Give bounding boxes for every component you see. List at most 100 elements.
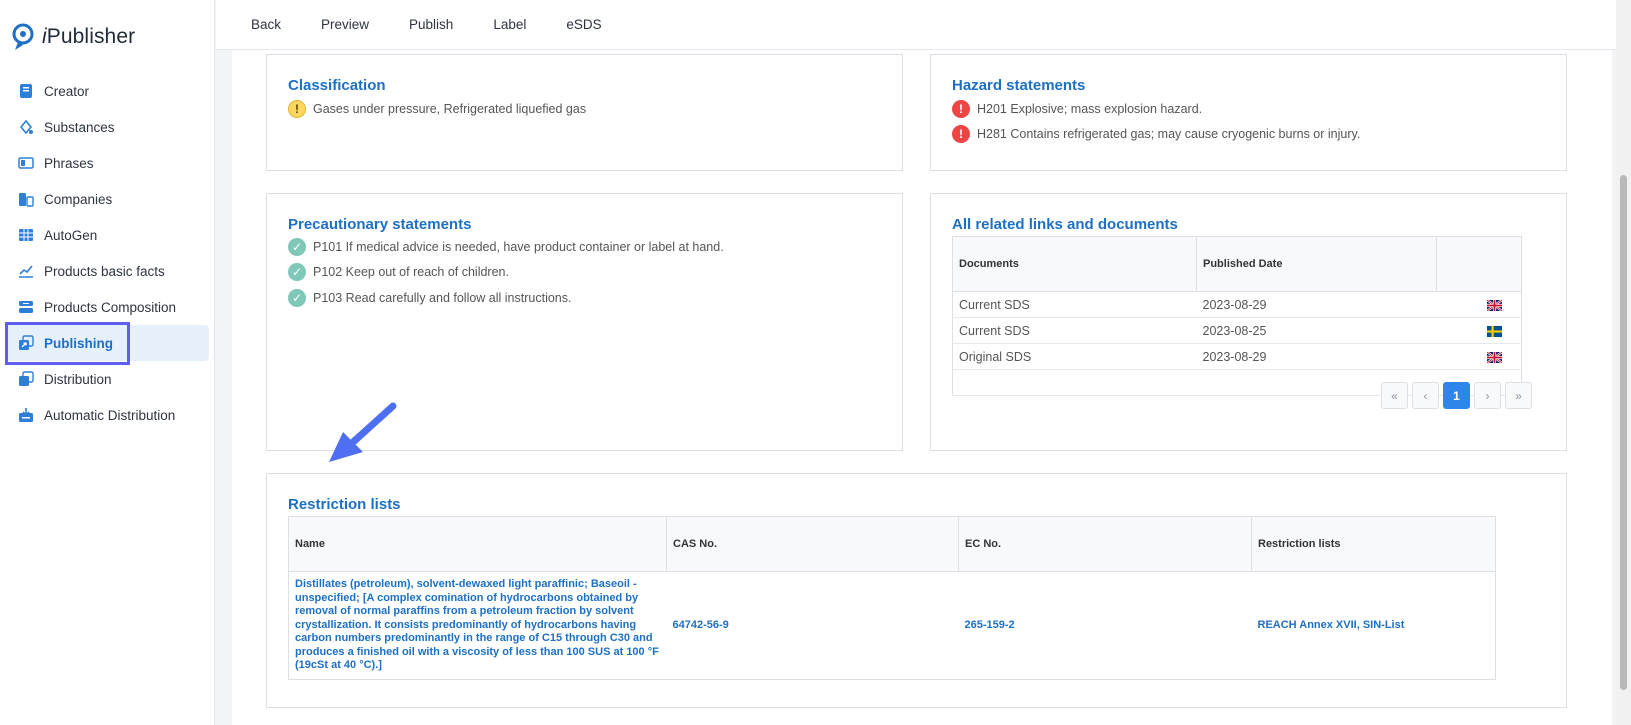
restriction-list-names[interactable]: REACH Annex XVII, SIN-List [1252,572,1496,680]
restriction-lists-title: Restriction lists [288,496,401,513]
pagination: « ‹ 1 › » [952,369,1532,409]
tab-esds[interactable]: eSDS [566,17,601,32]
hazard-statement-item: ! H281 Contains refrigerated gas; may ca… [952,125,1360,143]
main-content: Classification ! Gases under pressure, R… [232,50,1612,725]
tab-preview[interactable]: Preview [321,17,369,32]
sidebar-item-products-composition[interactable]: Products Composition [0,289,215,325]
precautionary-statements-title: Precautionary statements [288,216,472,233]
chart-icon [18,263,34,279]
sidebar-item-distribution[interactable]: Distribution [0,361,215,397]
flask-icon [18,119,34,135]
table-row[interactable]: Current SDS 2023-08-25 [952,317,1522,344]
related-links-card: All related links and documents Document… [930,193,1567,451]
sidebar-item-substances[interactable]: Substances [0,109,215,145]
hazard-statements-card: Hazard statements ! H201 Explosive; mass… [930,54,1567,171]
sidebar-item-label: Phrases [44,155,94,171]
check-icon: ✓ [288,289,306,307]
sidebar-item-creator[interactable]: Creator [0,73,215,109]
exclamation-icon: ! [288,100,306,118]
document-name[interactable]: Current SDS [952,291,1197,318]
document-date: 2023-08-29 [1196,343,1437,370]
hazard-statements-title: Hazard statements [952,77,1086,94]
precautionary-statement-text: P101 If medical advice is needed, have p… [313,240,724,254]
table-row[interactable]: Distillates (petroleum), solvent-dewaxed… [289,572,1496,680]
prev-page-button[interactable]: ‹ [1412,382,1439,409]
sidebar-item-companies[interactable]: Companies [0,181,215,217]
sidebar-item-label: Distribution [44,371,112,387]
logo-text: iPublisher [42,25,136,48]
sidebar-item-label: Automatic Distribution [44,407,176,423]
document-name[interactable]: Current SDS [952,317,1197,344]
stack-icon [18,371,34,387]
vertical-scrollbar[interactable] [1616,0,1631,725]
sidebar-item-products-basic-facts[interactable]: Products basic facts [0,253,215,289]
sidebar-item-label: Creator [44,83,90,99]
grid-icon [18,227,34,243]
sidebar-item-autogen[interactable]: AutoGen [0,217,215,253]
sidebar-item-label: AutoGen [44,227,98,243]
book-icon [18,83,34,99]
restriction-table: Name CAS No. EC No. Restriction lists Di… [288,516,1496,680]
related-links-title: All related links and documents [952,216,1178,233]
cas-number[interactable]: 64742-56-9 [667,572,959,680]
flag-cell [1436,317,1522,344]
layers-icon [18,299,34,315]
sidebar-item-label: Products Composition [44,299,177,315]
classification-item: ! Gases under pressure, Refrigerated liq… [288,100,586,118]
sidebar-item-label: Substances [44,119,115,135]
table-row[interactable]: Original SDS 2023-08-29 [952,343,1522,370]
sidebar: iPublisher Creator Substances Phrases Co… [0,0,215,725]
hazard-statement-text: H201 Explosive; mass explosion hazard. [977,102,1203,116]
classification-text: Gases under pressure, Refrigerated lique… [313,102,587,116]
page-1-button[interactable]: 1 [1443,382,1470,409]
precautionary-statement-item: ✓ P101 If medical advice is needed, have… [288,238,724,256]
table-row[interactable]: Current SDS 2023-08-29 [952,291,1522,318]
scrollbar-thumb[interactable] [1620,175,1627,690]
publishing-highlight-box [5,322,130,365]
tab-publish[interactable]: Publish [409,17,453,32]
sidebar-item-label: Products basic facts [44,263,165,279]
next-page-button[interactable]: › [1474,382,1501,409]
flag-cell [1436,343,1522,370]
classification-title: Classification [288,77,386,94]
precautionary-statement-text: P102 Keep out of reach of children. [313,265,509,279]
precautionary-statement-item: ✓ P103 Read carefully and follow all ins… [288,289,571,307]
building-icon [18,191,34,207]
precautionary-statement-item: ✓ P102 Keep out of reach of children. [288,263,509,281]
sidebar-nav: Creator Substances Phrases Companies Aut… [0,73,215,433]
ec-number[interactable]: 265-159-2 [959,572,1252,680]
column-header-language [1436,236,1522,292]
app-logo[interactable]: iPublisher [10,20,135,54]
sidebar-item-phrases[interactable]: Phrases [0,145,215,181]
hazard-statement-item: ! H201 Explosive; mass explosion hazard. [952,100,1202,118]
flag-cell [1436,291,1522,318]
substance-name[interactable]: Distillates (petroleum), solvent-dewaxed… [289,572,667,680]
restriction-lists-card: Restriction lists Name CAS No. EC No. Re… [266,473,1567,708]
exclamation-icon: ! [952,125,970,143]
tab-label[interactable]: Label [493,17,526,32]
column-header-ec[interactable]: EC No. [958,516,1252,572]
documents-table: Documents Published Date Current SDS 202… [952,236,1532,409]
sidebar-item-automatic-distribution[interactable]: Automatic Distribution [0,397,215,433]
check-icon: ✓ [288,238,306,256]
tab-back[interactable]: Back [251,17,281,32]
column-header-documents[interactable]: Documents [952,236,1197,292]
annotation-arrow-icon [329,402,397,462]
top-toolbar: Back Preview Publish Label eSDS [216,0,1616,50]
inbox-icon [18,407,34,423]
last-page-button[interactable]: » [1505,382,1532,409]
exclamation-icon: ! [952,100,970,118]
uk-flag-icon[interactable] [1486,299,1502,311]
hazard-statement-text: H281 Contains refrigerated gas; may caus… [977,127,1361,141]
sidebar-item-label: Companies [44,191,113,207]
column-header-published-date[interactable]: Published Date [1196,236,1437,292]
precautionary-statement-text: P103 Read carefully and follow all instr… [313,291,572,305]
column-header-restriction-lists[interactable]: Restriction lists [1251,516,1496,572]
column-header-name[interactable]: Name [288,516,667,572]
column-header-cas[interactable]: CAS No. [666,516,959,572]
sweden-flag-icon[interactable] [1486,325,1502,337]
uk-flag-icon[interactable] [1486,351,1502,363]
document-name[interactable]: Original SDS [952,343,1197,370]
document-date: 2023-08-29 [1196,291,1437,318]
first-page-button[interactable]: « [1381,382,1408,409]
